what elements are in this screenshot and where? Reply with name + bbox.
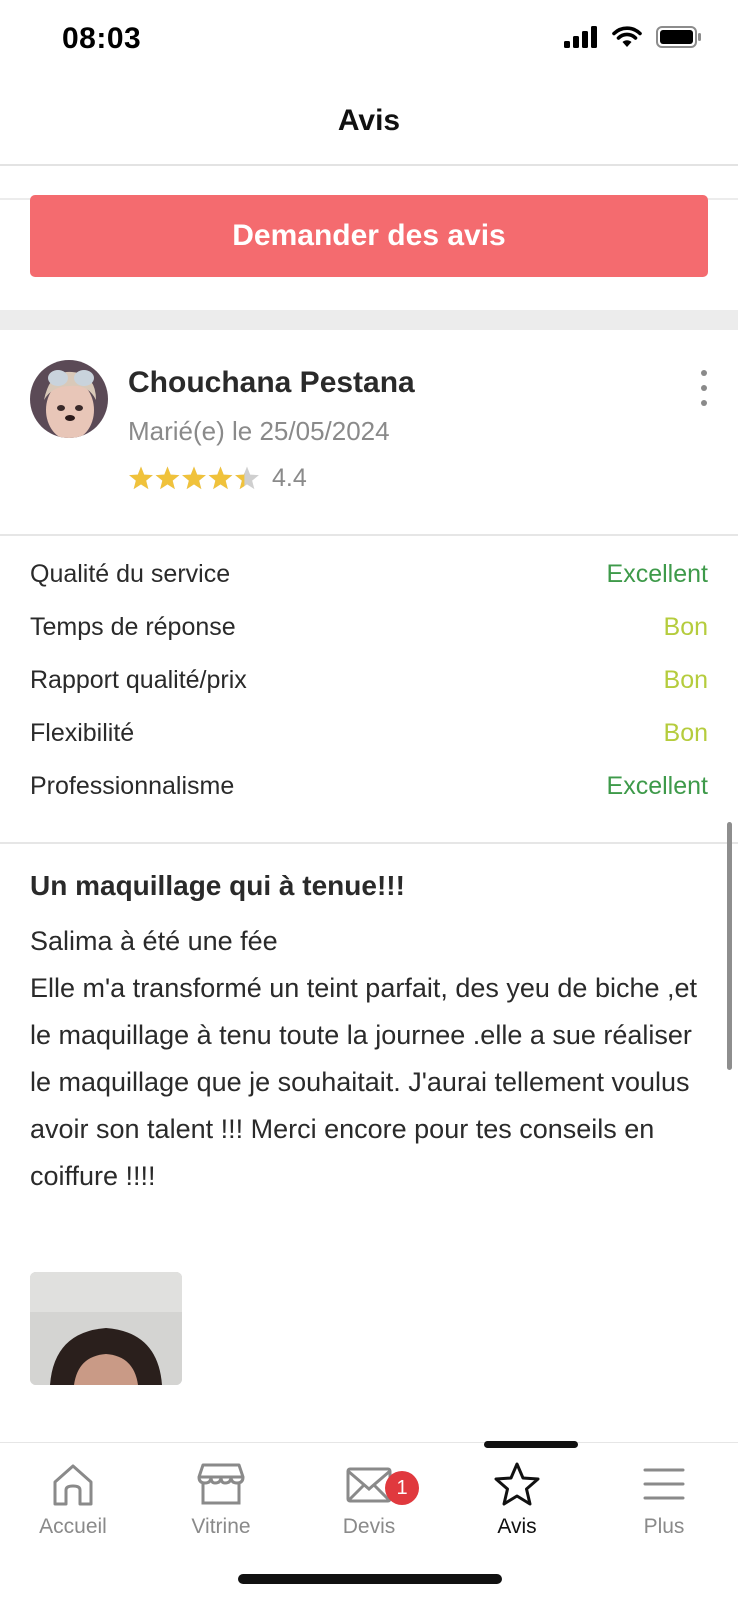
criteria-list: Qualité du service Excellent Temps de ré… bbox=[30, 560, 708, 825]
tab-label: Vitrine bbox=[191, 1515, 251, 1538]
tab-accueil[interactable]: Accueil bbox=[13, 1461, 133, 1539]
tab-plus[interactable]: Plus bbox=[604, 1461, 724, 1539]
notification-badge: 1 bbox=[385, 1471, 419, 1505]
criteria-label: Professionnalisme bbox=[30, 772, 235, 800]
home-indicator bbox=[238, 1574, 502, 1584]
review-photo[interactable] bbox=[30, 1272, 182, 1385]
avatar bbox=[30, 360, 108, 438]
tab-label: Accueil bbox=[39, 1515, 107, 1538]
menu-icon bbox=[643, 1468, 685, 1500]
storefront-icon bbox=[197, 1463, 245, 1505]
header: Avis bbox=[0, 80, 738, 166]
battery-icon bbox=[656, 26, 701, 48]
criteria-value: Excellent bbox=[606, 772, 708, 800]
married-date: Marié(e) le 25/05/2024 bbox=[128, 416, 390, 446]
criteria-row: Temps de réponse Bon bbox=[30, 613, 708, 666]
divider bbox=[0, 534, 738, 536]
status-icons bbox=[564, 26, 702, 48]
review-body: Salima à été une fée Elle m'a transformé… bbox=[30, 926, 698, 1191]
divider bbox=[0, 842, 738, 844]
request-reviews-button[interactable]: Demander des avis bbox=[30, 195, 708, 277]
scrollbar[interactable] bbox=[727, 822, 732, 1070]
criteria-row: Rapport qualité/prix Bon bbox=[30, 666, 708, 719]
criteria-label: Qualité du service bbox=[30, 560, 231, 588]
review-title: Un maquillage qui à tenue!!! bbox=[30, 870, 405, 901]
tab-avis[interactable]: Avis bbox=[457, 1461, 577, 1539]
status-time: 08:03 bbox=[62, 22, 142, 55]
active-tab-indicator bbox=[484, 1441, 578, 1448]
rating-stars: 4.4 bbox=[128, 464, 307, 493]
rating-star-filled bbox=[182, 466, 206, 489]
home-icon bbox=[53, 1464, 93, 1506]
tab-label: Plus bbox=[643, 1515, 685, 1538]
photo-thumbnail bbox=[30, 1272, 182, 1385]
tab-label: Avis bbox=[497, 1515, 537, 1538]
criteria-label: Flexibilité bbox=[30, 719, 135, 747]
signal-icon bbox=[564, 26, 597, 48]
section-separator bbox=[0, 310, 738, 330]
star-icon bbox=[494, 1462, 540, 1506]
tab-label: Devis bbox=[342, 1515, 396, 1538]
criteria-row: Qualité du service Excellent bbox=[30, 560, 708, 613]
rating-value: 4.4 bbox=[272, 464, 307, 492]
criteria-label: Rapport qualité/prix bbox=[30, 666, 247, 694]
wifi-icon bbox=[612, 26, 642, 47]
rating-star-filled bbox=[208, 466, 233, 489]
reviewer-name: Chouchana Pestana bbox=[128, 366, 415, 399]
criteria-value: Bon bbox=[663, 719, 708, 747]
criteria-value: Bon bbox=[663, 613, 708, 641]
criteria-value: Excellent bbox=[606, 560, 708, 588]
avatar-photo bbox=[30, 360, 108, 438]
status-bar: 08:03 bbox=[0, 0, 738, 80]
star-rating-icon bbox=[129, 466, 259, 489]
more-dots-icon bbox=[701, 370, 707, 376]
more-options-button[interactable] bbox=[694, 370, 714, 406]
tab-devis[interactable]: 1 Devis bbox=[309, 1461, 429, 1539]
criteria-row: Flexibilité Bon bbox=[30, 719, 708, 772]
rating-star-filled bbox=[155, 466, 180, 489]
tab-vitrine[interactable]: Vitrine bbox=[161, 1461, 281, 1539]
criteria-value: Bon bbox=[663, 666, 708, 694]
page-title: Avis bbox=[337, 104, 401, 137]
criteria-row: Professionnalisme Excellent bbox=[30, 772, 708, 825]
criteria-label: Temps de réponse bbox=[30, 613, 236, 641]
rating-star-filled bbox=[129, 466, 153, 489]
